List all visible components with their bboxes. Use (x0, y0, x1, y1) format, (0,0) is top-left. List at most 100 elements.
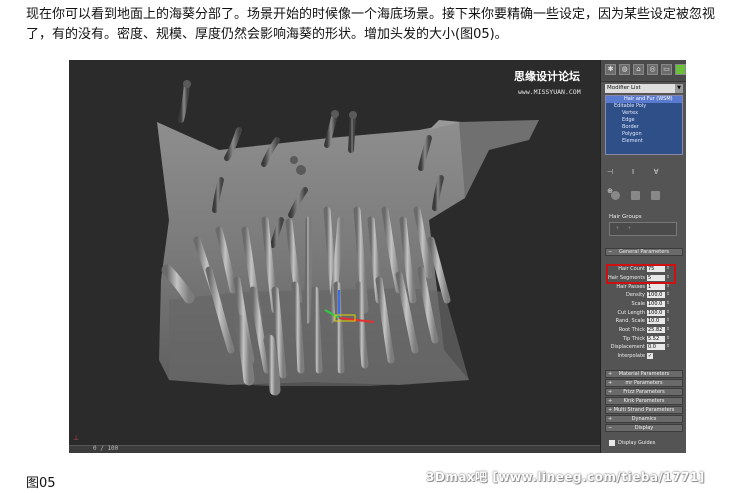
rollout-frizz-parameters[interactable]: + Frizz Parameters (605, 388, 683, 396)
show-end-result-icon[interactable]: Ⅰ (628, 168, 638, 177)
command-panel: ✱ ◍ ⌂ ◎ ▭ Modifier List ▼ Hair and Fur (… (600, 60, 686, 453)
make-unique-icon[interactable]: ∀ (651, 168, 661, 177)
param-label: Density (625, 292, 645, 298)
param-tip-thick: Tip Thick 5.52 ⇕ (605, 335, 679, 343)
cut-icon[interactable] (651, 191, 661, 200)
3dsmax-screenshot: 思缘设计论坛www.MISSYUAN.COM ⊥ 0 / 100 ✱ ◍ ⌂ ◎… (69, 60, 686, 453)
collapse-icon: − (608, 249, 613, 255)
param-label: Cut Length (617, 310, 645, 316)
param-input[interactable]: 100.0 (647, 292, 665, 298)
param-root-thick: Root Thick 25.82 ⇕ (605, 326, 679, 334)
rollout-mr-parameters[interactable]: + mr Parameters (605, 379, 683, 387)
watermark-top: 思缘设计论坛www.MISSYUAN.COM (514, 70, 581, 96)
spinner-icon[interactable]: ⇕ (666, 318, 670, 324)
param-rand-scale: Rand. Scale 10.0 ⇕ (605, 317, 679, 325)
stack-item-editable-poly[interactable]: Editable Poly (606, 103, 682, 110)
expand-icon: + (608, 416, 613, 422)
param-label: Displacement (610, 344, 645, 350)
rollout-label: General Parameters (619, 249, 669, 255)
time-slider-frame: 0 / 100 (93, 445, 119, 452)
rollout-label: mr Parameters (625, 380, 663, 386)
spinner-icon[interactable]: ⇕ (666, 284, 670, 290)
rollout-dynamics[interactable]: + Dynamics (605, 415, 683, 423)
param-input[interactable]: 10.0 (647, 318, 665, 324)
param-input[interactable]: 5.52 (647, 336, 665, 342)
stack-buttons: ⊣ Ⅰ ∀ ⊕ (605, 159, 683, 195)
interpolate-checkbox[interactable]: ✓ (647, 353, 653, 359)
hair-group-icon: ᛘ (628, 226, 632, 232)
spinner-icon[interactable]: ⇕ (666, 310, 670, 316)
spinner-icon[interactable]: ⇕ (666, 336, 670, 342)
param-hair-passes: Hair Passes 1 ⇕ (605, 283, 679, 291)
param-label: Scale (631, 301, 645, 307)
hair-group-icon: ᛘ (616, 226, 620, 232)
figure-caption: 图05 (26, 476, 56, 491)
spinner-icon[interactable]: ⇕ (666, 301, 670, 307)
param-display-guides: Display Guides (605, 439, 679, 447)
sphere-icon[interactable] (611, 191, 620, 200)
expand-icon: + (608, 407, 613, 413)
param-input[interactable]: 0.0 (647, 344, 665, 350)
article-intro-text: 现在你可以看到地面上的海葵分部了。场景开始的时候像一个海底场景。接下来你要精确一… (26, 7, 716, 42)
spinner-icon[interactable]: ⇕ (666, 292, 670, 298)
anemone-scene (157, 80, 539, 396)
stack-item-polygon[interactable]: Polygon (606, 131, 682, 138)
watermark-bottom: 3Dmax吧 [www.lineeg.com/tieba/1771] (426, 470, 705, 484)
perspective-viewport[interactable]: 思缘设计论坛www.MISSYUAN.COM ⊥ (69, 60, 600, 445)
param-interpolate: Interpolate ✓ (605, 352, 679, 360)
time-slider[interactable]: 0 / 100 (69, 445, 600, 453)
viewport-axis-tripod: ⊥ (73, 434, 80, 442)
param-input[interactable]: 100.0 (647, 310, 665, 316)
stack-item-border[interactable]: Border (606, 124, 682, 131)
param-label: Interpolate (617, 353, 645, 359)
rollout-display[interactable]: − Display (605, 424, 683, 432)
stack-item-hair-and-fur[interactable]: Hair and Fur (WSM) (606, 96, 682, 103)
expand-icon: + (608, 380, 613, 386)
param-label: Display Guides (618, 440, 656, 446)
rollout-kink-parameters[interactable]: + Kink Parameters (605, 397, 683, 405)
pin-stack-icon[interactable]: ⊣ (605, 168, 615, 177)
command-panel-tabs: ✱ ◍ ⌂ ◎ ▭ (601, 60, 686, 82)
rollout-material-parameters[interactable]: + Material Parameters (605, 370, 683, 378)
param-label: Tip Thick (622, 336, 645, 342)
rollout-label: Kink Parameters (623, 398, 665, 404)
param-density: Density 100.0 ⇕ (605, 291, 679, 299)
stack-item-edge[interactable]: Edge (606, 117, 682, 124)
red-highlight-box (606, 264, 676, 284)
param-scale: Scale 100.0 ⇕ (605, 300, 679, 308)
rollout-multi-strand-parameters[interactable]: + Multi Strand Parameters (605, 406, 683, 414)
modifier-list-dropdown[interactable]: Modifier List ▼ (605, 84, 683, 93)
param-input[interactable]: 100.0 (647, 301, 665, 307)
color-swatch[interactable] (675, 64, 686, 75)
brush-icon[interactable] (631, 191, 641, 200)
stack-item-element[interactable]: Element (606, 138, 682, 145)
param-input[interactable]: 25.82 (647, 327, 665, 333)
hair-groups-box[interactable]: ᛘ ᛘ (609, 222, 677, 236)
display-guides-checkbox[interactable] (609, 440, 615, 446)
param-cut-length: Cut Length 100.0 ⇕ (605, 309, 679, 317)
expand-icon: + (608, 371, 613, 377)
hierarchy-tab-icon[interactable]: ⌂ (633, 64, 644, 75)
rollout-label: Multi Strand Parameters (613, 407, 675, 413)
stack-item-vertex[interactable]: Vertex (606, 110, 682, 117)
rollout-general-parameters[interactable]: − General Parameters (605, 248, 683, 256)
modifier-list-label: Modifier List (607, 85, 641, 91)
collapse-icon: − (608, 425, 613, 431)
create-tab-icon[interactable]: ✱ (605, 64, 616, 75)
modify-tab-icon[interactable]: ◍ (619, 64, 630, 75)
spinner-icon[interactable]: ⇕ (666, 327, 670, 333)
param-label: Root Thick (618, 327, 645, 333)
expand-icon: + (608, 389, 613, 395)
param-displacement: Displacement 0.0 ⇕ (605, 343, 679, 351)
rollout-label: Frizz Parameters (623, 389, 665, 395)
param-label: Hair Passes (616, 284, 645, 290)
hair-groups-label: Hair Groups (609, 214, 642, 220)
motion-tab-icon[interactable]: ◎ (647, 64, 658, 75)
display-tab-icon[interactable]: ▭ (661, 64, 672, 75)
rollout-label: Display (634, 425, 654, 431)
expand-icon: + (608, 398, 613, 404)
spinner-icon[interactable]: ⇕ (666, 344, 670, 350)
modifier-stack[interactable]: Hair and Fur (WSM) Editable Poly Vertex … (605, 95, 683, 155)
param-input[interactable]: 1 (647, 284, 665, 290)
rollout-label: Material Parameters (618, 371, 670, 377)
